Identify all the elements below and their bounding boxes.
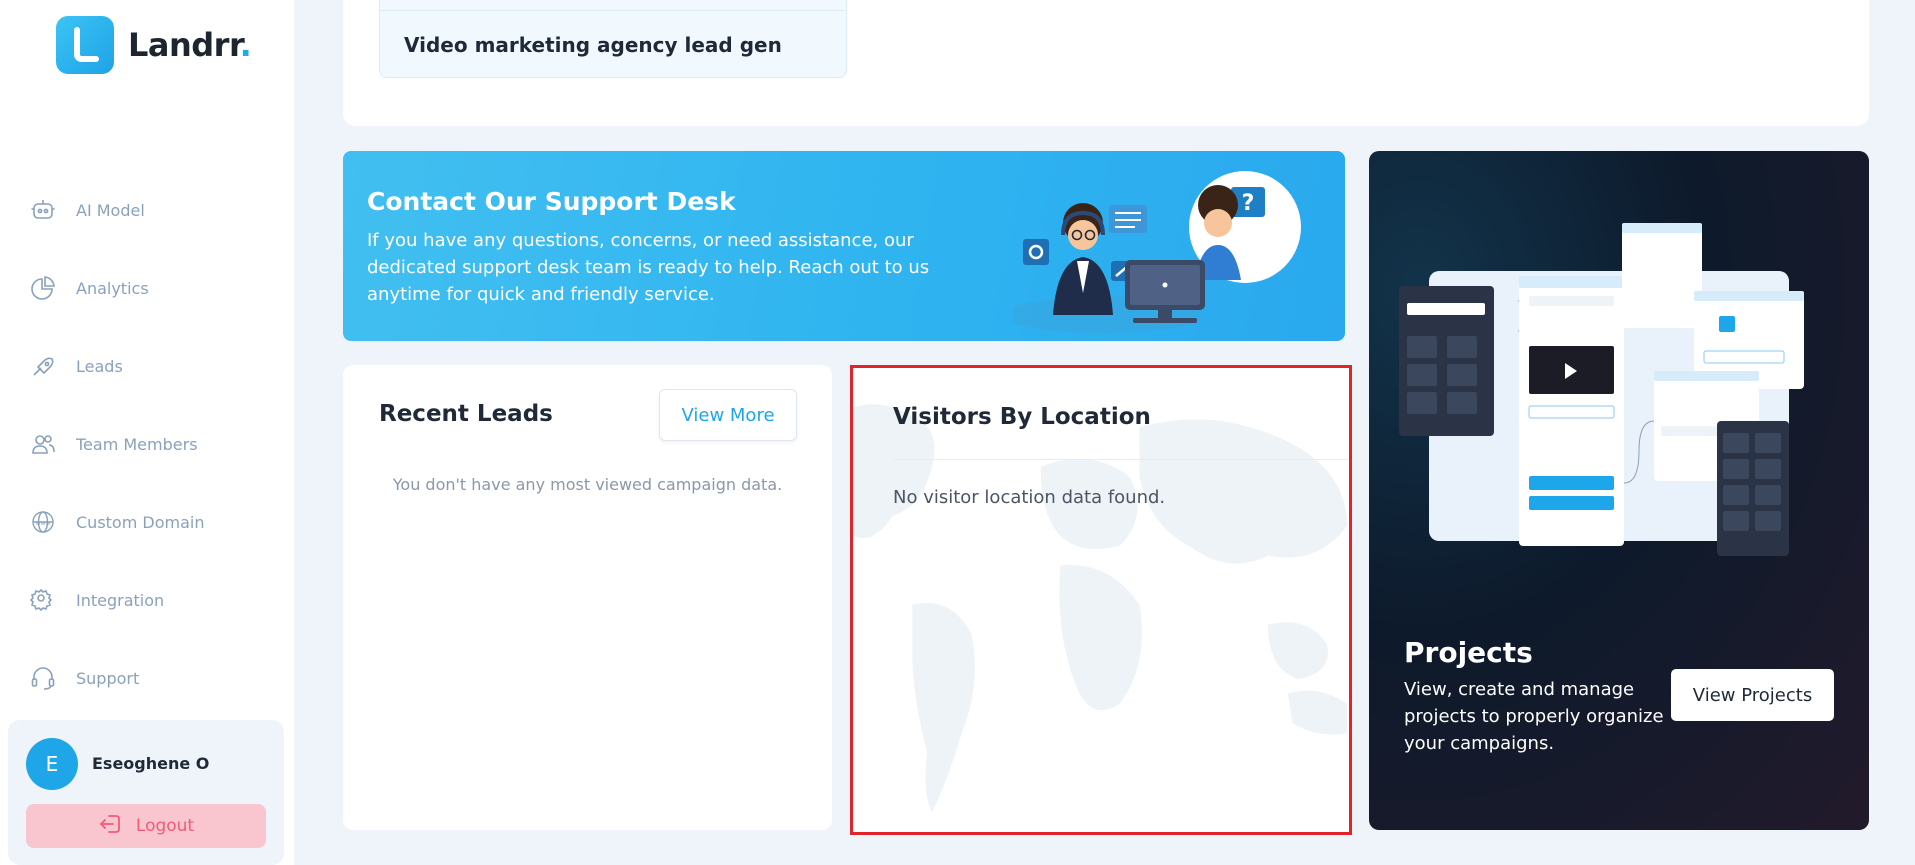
svg-text:www: www [36, 520, 51, 527]
campaign-tile[interactable]: Video marketing agency lead gen [379, 0, 847, 78]
sidebar-item-label: AI Model [76, 200, 145, 220]
sidebar-item-leads[interactable]: Leads [28, 346, 278, 386]
sidebar-item-integration[interactable]: Integration [28, 580, 278, 620]
user-card: E Eseoghene O Logout [8, 720, 284, 865]
sidebar-item-label: Analytics [76, 278, 149, 298]
recent-leads-title: Recent Leads [379, 401, 553, 427]
support-illustration: ? [1013, 171, 1301, 333]
visitors-by-location-card: Visitors By Location No visitor location… [850, 365, 1352, 835]
tile-divider [380, 10, 846, 11]
sidebar-item-analytics[interactable]: Analytics [28, 268, 278, 308]
sidebar-item-label: Custom Domain [76, 512, 205, 532]
support-text: If you have any questions, concerns, or … [367, 230, 930, 305]
svg-text:?: ? [1242, 191, 1255, 216]
brand-logo[interactable]: Landrr. [56, 16, 252, 74]
logout-button[interactable]: Logout [26, 804, 266, 848]
visitors-divider [893, 459, 1349, 460]
brand-name: Landrr. [128, 26, 252, 64]
team-icon [28, 429, 58, 459]
sidebar-item-label: Support [76, 668, 140, 688]
leads-icon [28, 351, 58, 381]
campaign-title: Video marketing agency lead gen [404, 33, 782, 57]
headset-icon [28, 663, 58, 693]
robot-icon [28, 195, 58, 225]
projects-text: View, create and manage projects to prop… [1404, 679, 1664, 754]
logout-label: Logout [135, 816, 195, 836]
avatar[interactable]: E [26, 738, 78, 790]
gear-integration-icon [28, 585, 58, 615]
user-name: Eseoghene O [92, 754, 210, 773]
view-projects-button[interactable]: View Projects [1671, 669, 1834, 721]
sidebar-item-team-members[interactable]: Team Members [28, 424, 278, 464]
visitors-empty: No visitor location data found. [893, 487, 1166, 508]
view-more-button[interactable]: View More [659, 389, 797, 441]
sidebar-item-label: Integration [76, 590, 165, 610]
recent-leads-empty: You don't have any most viewed campaign … [392, 475, 783, 494]
sidebar-item-label: Team Members [76, 434, 198, 454]
logout-icon [98, 813, 122, 839]
sidebar-item-label: Leads [76, 356, 123, 376]
sidebar: Landrr. AI Model Analytics Leads Team Me… [0, 0, 294, 865]
pie-chart-icon [28, 273, 58, 303]
builder-preview-illustration [1399, 223, 1804, 556]
support-banner: Contact Our Support Desk If you have any… [343, 151, 1345, 341]
sidebar-item-custom-domain[interactable]: www Custom Domain [28, 502, 278, 542]
sidebar-item-support[interactable]: Support [28, 658, 278, 698]
logo-mark-icon [56, 16, 114, 74]
recent-leads-card: Recent Leads View More You don't have an… [343, 365, 832, 830]
visitors-title: Visitors By Location [893, 404, 1151, 430]
world-map-background [853, 404, 1348, 813]
projects-title: Projects [1404, 636, 1533, 669]
campaigns-card: Video marketing agency lead gen [343, 0, 1869, 126]
sidebar-item-ai-model[interactable]: AI Model [28, 190, 278, 230]
globe-www-icon: www [28, 507, 58, 537]
projects-card: Projects View, create and manage project… [1369, 151, 1869, 830]
support-title: Contact Our Support Desk [367, 187, 736, 216]
